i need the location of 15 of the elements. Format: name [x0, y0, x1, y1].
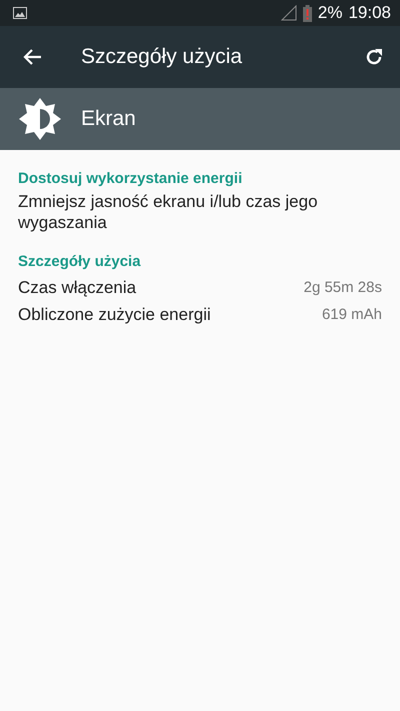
- detail-label: Czas włączenia: [18, 278, 136, 298]
- signal-icon: [280, 5, 297, 21]
- suggestion-text[interactable]: Zmniejsz jasność ekranu i/lub czas jego wygaszania: [18, 191, 382, 233]
- detail-value: 619 mAh: [322, 306, 382, 323]
- image-icon: [13, 7, 27, 19]
- detail-label: Obliczone zużycie energii: [18, 304, 211, 324]
- section-title: Dostosuj wykorzystanie energii: [18, 170, 244, 187]
- app-name: Ekran: [81, 107, 136, 131]
- section-title: Szczegóły użycia: [18, 253, 142, 270]
- toolbar-title: Szczegóły użycia: [81, 45, 244, 69]
- brightness-icon: [19, 98, 61, 140]
- battery-percent: 2%: [318, 3, 342, 23]
- battery-icon: [302, 4, 312, 22]
- clock: 19:08: [348, 3, 391, 23]
- detail-value: 2g 55m 28s: [304, 279, 382, 296]
